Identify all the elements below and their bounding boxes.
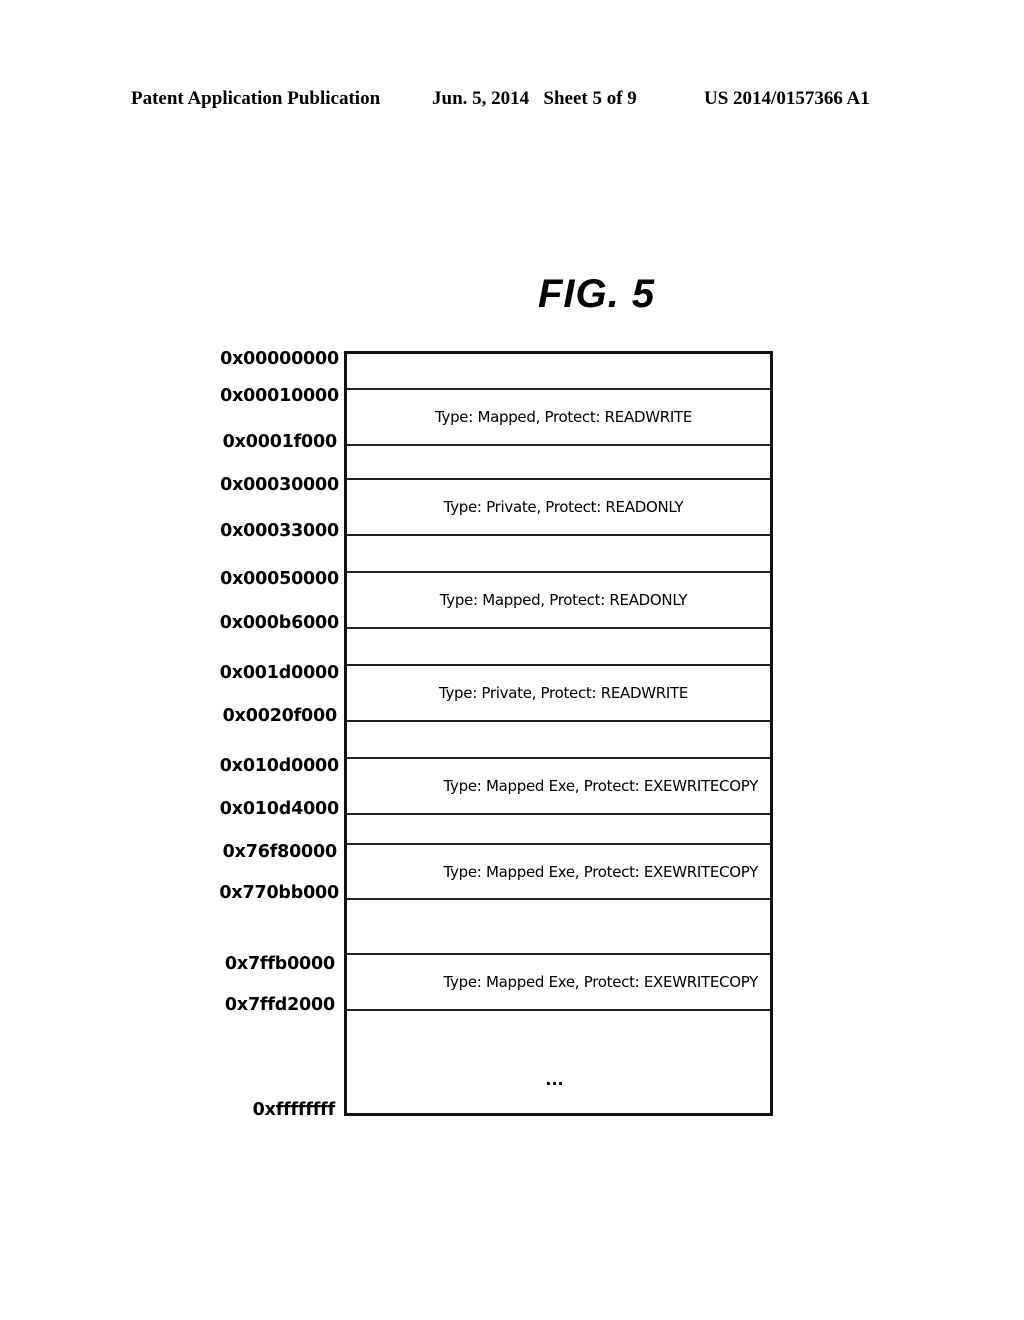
memory-map-box: Type: Mapped, Protect: READWRITE Type: Pr… [344, 351, 773, 1116]
publication-number: US 2014/0157366 A1 [704, 88, 870, 109]
address-label: 0x7ffb0000 [224, 954, 335, 974]
address-label: 0x000b6000 [219, 613, 339, 633]
address-label: 0x0001f000 [222, 432, 338, 452]
address-label: 0x770bb000 [219, 883, 339, 903]
address-label: 0x76f80000 [222, 842, 338, 862]
publication-date-sheet: Jun. 5, 2014 Sheet 5 of 9 [432, 88, 637, 109]
memory-region-label: Type: Mapped, Protect: READWRITE [434, 408, 693, 426]
region-boundary-line [347, 664, 770, 666]
address-label: 0x00000000 [220, 349, 339, 369]
region-boundary-line [347, 478, 770, 480]
address-label: 0x010d0000 [219, 756, 339, 776]
continuation-ellipsis: ... [545, 1070, 564, 1089]
memory-region-label: Type: Private, Protect: READWRITE [438, 684, 689, 702]
region-boundary-line [347, 571, 770, 573]
address-label: 0x0020f000 [222, 706, 338, 726]
region-boundary-line [347, 534, 770, 536]
region-boundary-line [347, 953, 770, 955]
address-label: 0x00033000 [220, 521, 339, 541]
memory-region-label: Type: Mapped, Protect: READONLY [439, 591, 688, 609]
memory-region-label: Type: Private, Protect: READONLY [443, 498, 684, 516]
region-boundary-line [347, 843, 770, 845]
address-label: 0x7ffd2000 [224, 995, 335, 1015]
region-boundary-line [347, 388, 770, 390]
address-label: 0x00010000 [220, 386, 339, 406]
publication-type: Patent Application Publication [131, 88, 381, 109]
region-boundary-line [347, 813, 770, 815]
address-label: 0x010d4000 [219, 799, 339, 819]
address-label: 0x00030000 [220, 475, 339, 495]
region-boundary-line [347, 898, 770, 900]
region-boundary-line [347, 720, 770, 722]
memory-region-label: Type: Mapped Exe, Protect: EXEWRITECOPY [443, 973, 759, 991]
address-label: 0x00050000 [220, 569, 339, 589]
region-boundary-line [347, 627, 770, 629]
region-boundary-line [347, 444, 770, 446]
address-label: 0x001d0000 [219, 663, 339, 683]
region-boundary-line [347, 1009, 770, 1011]
address-label: 0xffffffff [252, 1100, 336, 1120]
memory-region-label: Type: Mapped Exe, Protect: EXEWRITECOPY [443, 777, 759, 795]
figure-title: FIG. 5 [538, 272, 656, 316]
region-boundary-line [347, 757, 770, 759]
memory-region-label: Type: Mapped Exe, Protect: EXEWRITECOPY [443, 862, 759, 881]
